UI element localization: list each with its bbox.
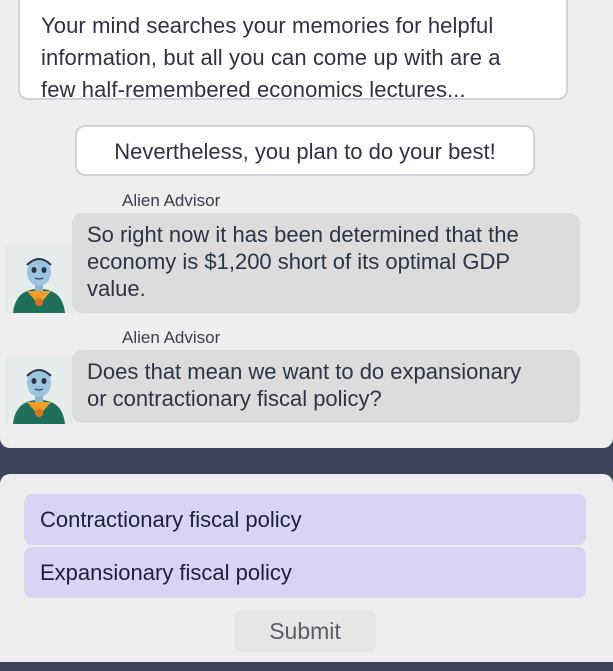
narration-line: few half-remembered economics lectures..… [41, 77, 466, 102]
message-bubble: Does that mean we want to do expansionar… [72, 350, 580, 423]
sender-name: Alien Advisor [122, 328, 221, 347]
narration-line: Your mind searches your memories for hel… [41, 13, 494, 38]
narration-card: Your mind searches your memories for hel… [18, 0, 568, 102]
alien-advisor-avatar-icon [5, 356, 73, 424]
narration-line: information, but all you can come up wit… [41, 45, 501, 70]
message-line: or contractionary fiscal policy? [87, 386, 382, 411]
alien-advisor-avatar-icon [5, 245, 73, 313]
message-line: economy is $1,200 short of its optimal G… [87, 249, 511, 274]
message-line: value. [87, 276, 146, 301]
sender-name: Alien Advisor [122, 191, 221, 210]
chat-panel: Your mind searches your memories for hel… [0, 0, 613, 448]
message-line: Does that mean we want to do expansionar… [87, 359, 522, 384]
response-panel: Contractionary fiscal policy Expansionar… [0, 474, 613, 662]
choice-contractionary[interactable]: Contractionary fiscal policy [24, 494, 586, 545]
thought-text: Nevertheless, you plan to do your best! [114, 139, 496, 164]
thought-card: Nevertheless, you plan to do your best! [75, 125, 535, 176]
choice-expansionary[interactable]: Expansionary fiscal policy [24, 547, 586, 598]
message-line: So right now it has been determined that… [87, 222, 519, 247]
message-bubble: So right now it has been determined that… [72, 213, 580, 313]
submit-button[interactable]: Submit [234, 610, 376, 652]
